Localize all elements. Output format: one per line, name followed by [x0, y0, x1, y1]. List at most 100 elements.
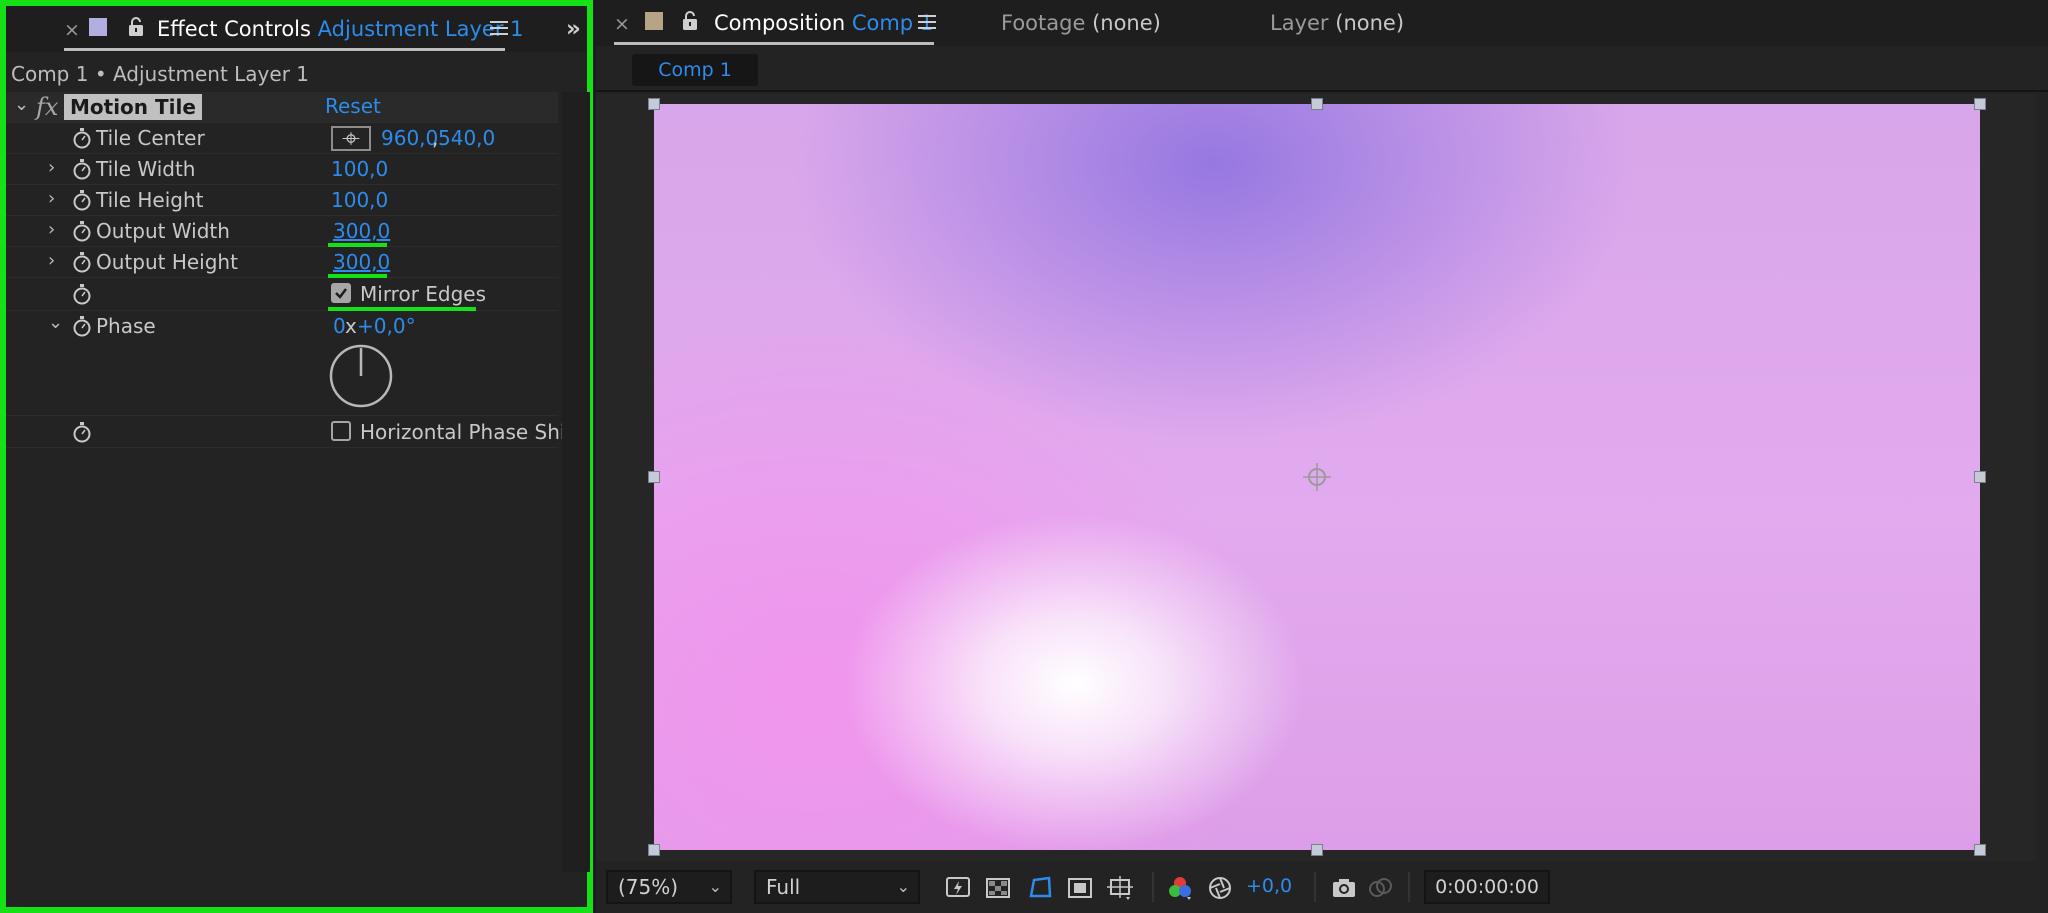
property-row-mirror-edges: Mirror Edges: [6, 278, 558, 311]
channels-icon[interactable]: [1166, 874, 1194, 902]
region-of-interest-icon[interactable]: [1066, 874, 1094, 902]
composition-canvas[interactable]: [648, 98, 1986, 856]
exposure-value[interactable]: +0,0: [1246, 875, 1292, 897]
panel-menu-icon[interactable]: [490, 21, 508, 35]
composition-panel: × Composition Comp 1 Footage (none) Laye…: [596, 0, 2048, 913]
transform-handle[interactable]: [648, 471, 660, 483]
stopwatch-icon[interactable]: [72, 220, 92, 242]
chevron-down-icon[interactable]: ⌄: [48, 312, 63, 333]
grid-guides-icon[interactable]: [1106, 874, 1134, 902]
current-time-display[interactable]: 0:00:00:00: [1424, 870, 1550, 904]
horizontal-phase-shift-label[interactable]: Horizontal Phase Shif: [360, 420, 573, 444]
close-tab-icon[interactable]: ×: [64, 19, 80, 41]
footage-tab[interactable]: Footage (none): [1001, 11, 1161, 35]
output-height-value[interactable]: 300,0: [333, 250, 390, 274]
composition-tab-bar: × Composition Comp 1 Footage (none) Laye…: [596, 0, 2048, 46]
transform-handle[interactable]: [648, 98, 660, 110]
composition-viewer[interactable]: [596, 94, 2036, 861]
stopwatch-icon[interactable]: [72, 251, 92, 273]
layer-color-swatch: [89, 18, 107, 36]
property-row-horizontal-phase-shift: Horizontal Phase Shif: [6, 416, 573, 448]
chevron-down-icon[interactable]: ⌄: [14, 94, 29, 115]
fx-icon[interactable]: fx: [36, 93, 58, 121]
property-row-tile-height: › Tile Height 100,0: [6, 185, 558, 216]
toolbar-separator: [1408, 872, 1410, 902]
toolbar-separator: [1152, 872, 1154, 902]
panel-overflow-icon[interactable]: »: [566, 16, 581, 42]
transform-handle[interactable]: [1311, 844, 1323, 856]
resolution-value: Full: [766, 875, 801, 899]
property-row-tile-width: › Tile Width 100,0: [6, 154, 558, 185]
chevron-down-icon: ⌄: [896, 877, 910, 896]
transform-handle[interactable]: [648, 844, 660, 856]
checkmark-icon: [335, 288, 347, 299]
magnification-dropdown[interactable]: (75%) ⌄: [606, 870, 732, 904]
mask-visibility-icon[interactable]: [1026, 874, 1054, 902]
close-tab-icon[interactable]: ×: [614, 13, 630, 35]
effect-name[interactable]: Motion Tile: [64, 94, 202, 120]
transform-handle[interactable]: [1974, 471, 1986, 483]
tab-title-prefix: Effect Controls: [157, 17, 311, 41]
phase-degrees-value[interactable]: +0,0°: [357, 314, 416, 338]
effect-controls-tab-title[interactable]: Effect Controls Adjustment Layer 1: [157, 17, 523, 41]
crosshair-target-icon[interactable]: [331, 126, 371, 151]
property-name: Tile Width: [96, 157, 196, 181]
layer-tab-value: (none): [1335, 11, 1405, 35]
anchor-point-icon[interactable]: [1301, 461, 1333, 493]
property-name: Tile Height: [96, 188, 204, 212]
transform-handle[interactable]: [1974, 844, 1986, 856]
tile-center-x-value[interactable]: 960,0: [381, 126, 438, 150]
tab-title-prefix: Composition: [714, 11, 846, 35]
resolution-dropdown[interactable]: Full ⌄: [754, 870, 920, 904]
stopwatch-icon[interactable]: [72, 283, 92, 305]
transparency-grid-icon[interactable]: [984, 874, 1012, 902]
stopwatch-icon[interactable]: [72, 421, 92, 443]
effect-controls-panel: × Effect Controls Adjustment Layer 1 » C…: [0, 0, 593, 913]
tile-center-y-value[interactable]: 540,0: [438, 126, 495, 150]
mirror-edges-label[interactable]: Mirror Edges: [360, 282, 486, 306]
lock-icon[interactable]: [680, 10, 700, 32]
comp-color-swatch: [645, 12, 663, 30]
fast-previews-icon[interactable]: [944, 874, 972, 902]
layer-tab[interactable]: Layer (none): [1270, 11, 1404, 35]
exposure-reset-icon[interactable]: [1206, 874, 1234, 902]
footage-tab-label: Footage: [1001, 11, 1086, 35]
vertical-scrollbar[interactable]: [562, 92, 590, 872]
active-tab-underline: [64, 48, 505, 51]
panel-menu-icon[interactable]: [918, 15, 936, 29]
composition-tab-title[interactable]: Composition Comp 1: [714, 11, 933, 35]
stopwatch-icon[interactable]: [72, 315, 92, 337]
effect-controls-tab-bar: × Effect Controls Adjustment Layer 1 »: [6, 6, 587, 52]
chevron-right-icon[interactable]: ›: [48, 250, 55, 271]
effect-row-motion-tile[interactable]: ⌄ fx Motion Tile Reset: [6, 92, 558, 123]
stopwatch-icon[interactable]: [72, 127, 92, 149]
comp-navigator-bar: Comp 1: [596, 46, 2048, 92]
phase-revolutions-value[interactable]: 0: [333, 314, 346, 338]
chevron-down-icon: ⌄: [708, 877, 722, 896]
horizontal-phase-shift-checkbox[interactable]: [331, 421, 351, 441]
tile-width-value[interactable]: 100,0: [331, 157, 388, 181]
transform-handle[interactable]: [1974, 98, 1986, 110]
chevron-right-icon[interactable]: ›: [48, 188, 55, 209]
mirror-edges-checkbox[interactable]: [331, 283, 351, 303]
tile-height-value[interactable]: 100,0: [331, 188, 388, 212]
magnification-value: (75%): [618, 875, 679, 899]
lock-icon[interactable]: [126, 16, 146, 38]
phase-angle-dial[interactable]: [328, 343, 394, 409]
property-row-output-width: › Output Width 300,0: [6, 216, 558, 247]
snapshot-camera-icon[interactable]: [1330, 874, 1358, 902]
phase-x-separator: x: [345, 314, 357, 338]
reset-link[interactable]: Reset: [325, 94, 381, 118]
chevron-right-icon[interactable]: ›: [48, 157, 55, 178]
active-tab-underline: [614, 42, 934, 45]
comp-navigator-tab[interactable]: Comp 1: [632, 54, 758, 86]
show-snapshot-icon[interactable]: [1366, 874, 1394, 902]
stopwatch-icon[interactable]: [72, 189, 92, 211]
transform-handle[interactable]: [1311, 98, 1323, 110]
property-row-phase: ⌄ Phase 0 x +0,0°: [6, 311, 558, 416]
chevron-right-icon[interactable]: ›: [48, 219, 55, 240]
output-width-value[interactable]: 300,0: [333, 219, 390, 243]
toolbar-separator: [1314, 872, 1316, 902]
stopwatch-icon[interactable]: [72, 158, 92, 180]
property-row-output-height: › Output Height 300,0: [6, 247, 558, 278]
